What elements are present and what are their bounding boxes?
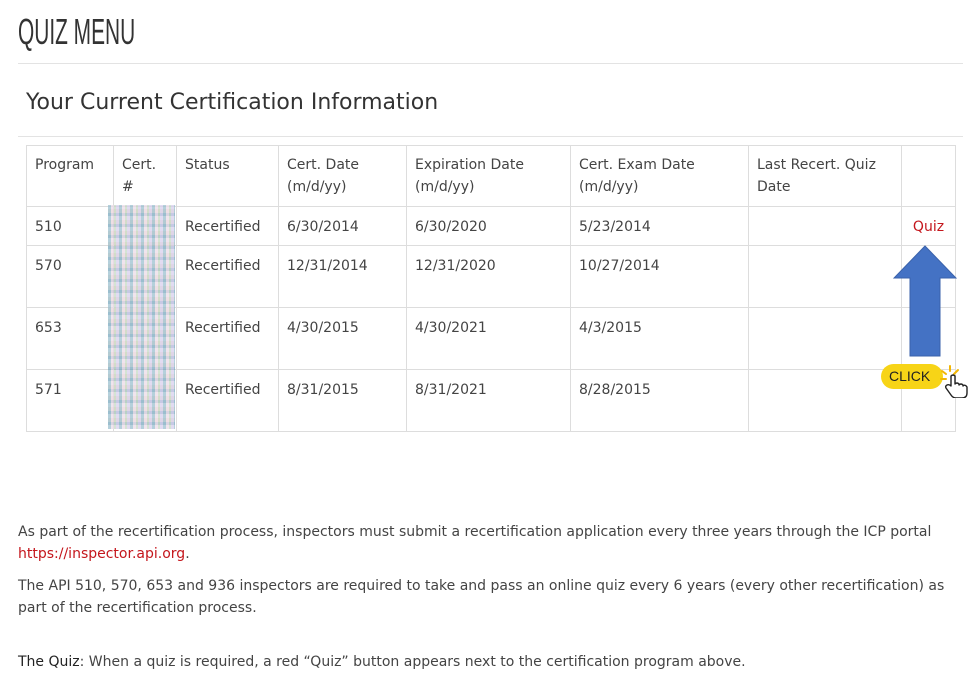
cell-expiration-date: 12/31/2020 (406, 245, 571, 308)
arrow-up-icon (893, 245, 957, 357)
cell-exam-date: 5/23/2014 (570, 206, 749, 246)
cell-program: 571 (26, 369, 114, 432)
quiz-button[interactable]: Quiz (913, 219, 944, 235)
pointer-hand-icon (940, 365, 968, 398)
cell-status: Recertified (176, 206, 279, 246)
header-exam-date: Cert. Exam Date (m/d/yy) (570, 145, 749, 207)
divider (18, 136, 963, 137)
quiz-label: The Quiz (18, 654, 80, 670)
cell-status: Recertified (176, 245, 279, 308)
divider (18, 63, 963, 64)
click-badge: CLICK (881, 364, 943, 389)
header-program: Program (26, 145, 114, 207)
cell-cert-date: 8/31/2015 (278, 369, 407, 432)
cell-program: 570 (26, 245, 114, 308)
cell-expiration-date: 8/31/2021 (406, 369, 571, 432)
cell-exam-date: 10/27/2014 (570, 245, 749, 308)
cell-last-quiz-date (748, 206, 902, 246)
info-paragraph-quiz-requirement: The API 510, 570, 653 and 936 inspectors… (18, 578, 945, 616)
redacted-cert-numbers (108, 205, 175, 429)
cell-last-quiz-date (748, 307, 902, 370)
header-status: Status (176, 145, 279, 207)
cell-action: Quiz (901, 206, 956, 246)
cell-expiration-date: 6/30/2020 (406, 206, 571, 246)
cell-exam-date: 8/28/2015 (570, 369, 749, 432)
cell-exam-date: 4/3/2015 (570, 307, 749, 370)
header-cert-date: Cert. Date (m/d/yy) (278, 145, 407, 207)
header-expiration-date: Expiration Date (m/d/yy) (406, 145, 571, 207)
cell-expiration-date: 4/30/2021 (406, 307, 571, 370)
cell-program: 653 (26, 307, 114, 370)
cell-status: Recertified (176, 307, 279, 370)
cell-program: 510 (26, 206, 114, 246)
cell-cert-date: 4/30/2015 (278, 307, 407, 370)
cell-last-quiz-date (748, 369, 902, 432)
portal-link[interactable]: https://inspector.api.org (18, 546, 185, 562)
page-title: QUIZ MENU (18, 11, 136, 52)
header-last-quiz-date: Last Recert. Quiz Date (748, 145, 902, 207)
cell-status: Recertified (176, 369, 279, 432)
cell-last-quiz-date (748, 245, 902, 308)
info-paragraph-portal: As part of the recertification process, … (18, 524, 932, 562)
header-action (901, 145, 956, 207)
section-title: Your Current Certification Information (26, 90, 439, 115)
info-paragraph-quiz: The Quiz: When a quiz is required, a red… (18, 654, 746, 670)
table-header-row: Program Cert. # Status Cert. Date (m/d/yy)… (26, 145, 956, 207)
cell-cert-date: 6/30/2014 (278, 206, 407, 246)
cell-cert-date: 12/31/2014 (278, 245, 407, 308)
header-cert-number: Cert. # (113, 145, 177, 207)
